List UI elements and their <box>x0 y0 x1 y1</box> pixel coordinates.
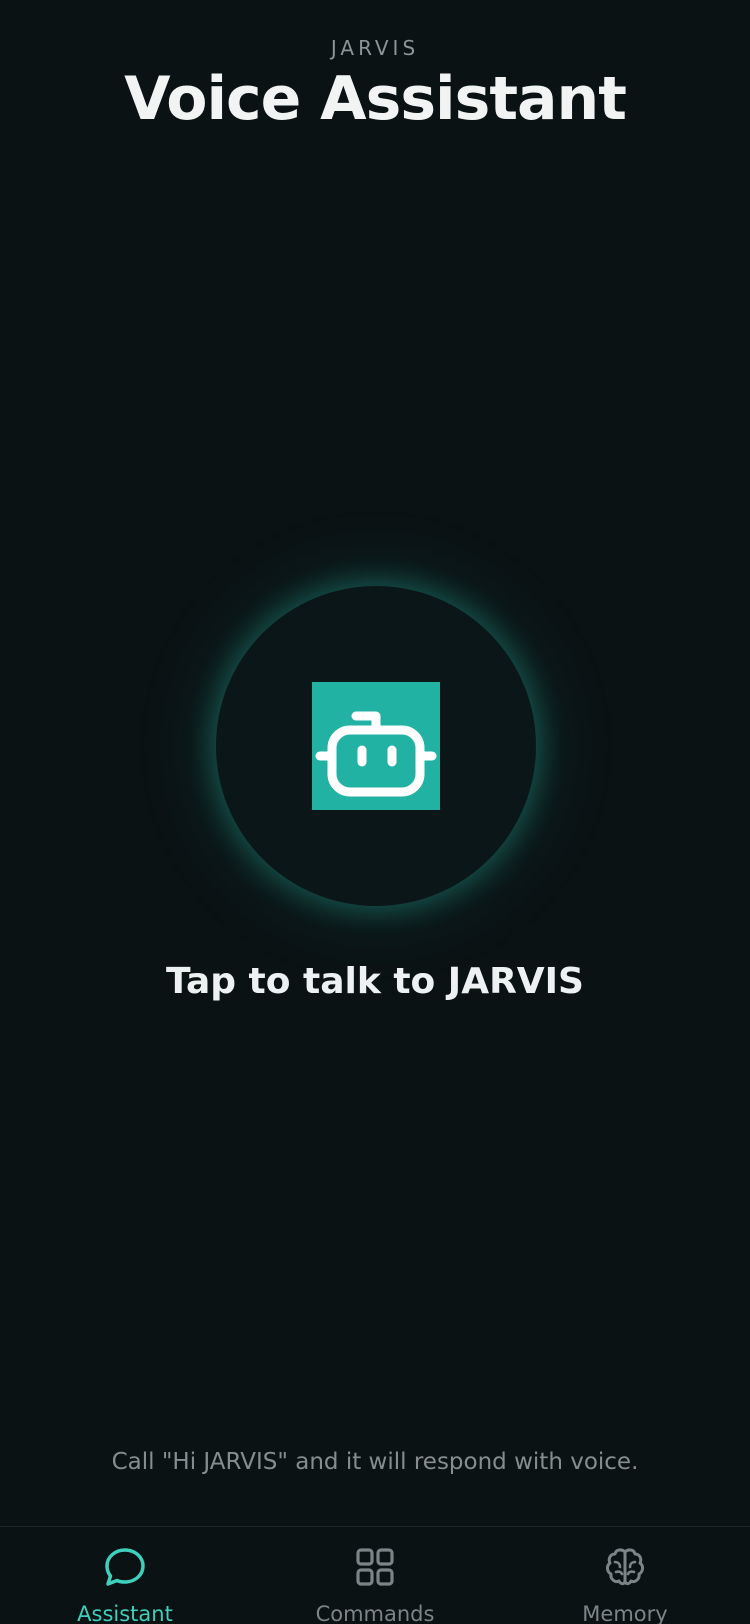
app-name: JARVIS <box>330 36 420 60</box>
tab-commands[interactable]: Commands <box>250 1527 500 1624</box>
tab-assistant[interactable]: Assistant <box>0 1527 250 1624</box>
talk-button[interactable] <box>216 586 536 906</box>
tab-label: Commands <box>315 1602 435 1624</box>
brain-icon <box>606 1548 644 1586</box>
grid-icon <box>356 1548 394 1586</box>
wake-word-hint: Call "Hi JARVIS" and it will respond wit… <box>111 1449 639 1475</box>
page-title: Voice Assistant <box>124 64 627 134</box>
header: JARVIS Voice Assistant <box>0 34 750 136</box>
voice-assistant-screen: JARVIS Voice Assistant Tap to talk to JA… <box>0 0 750 1624</box>
robot-icon <box>312 682 440 810</box>
tap-to-talk-label: Tap to talk to JARVIS <box>166 961 584 1002</box>
tab-memory[interactable]: Memory <box>500 1527 750 1624</box>
tab-label: Memory <box>582 1602 668 1624</box>
tab-label: Assistant <box>77 1602 173 1624</box>
bottom-tab-bar: Assistant Commands Memory <box>0 1526 750 1624</box>
chat-bubble-icon <box>105 1548 145 1586</box>
